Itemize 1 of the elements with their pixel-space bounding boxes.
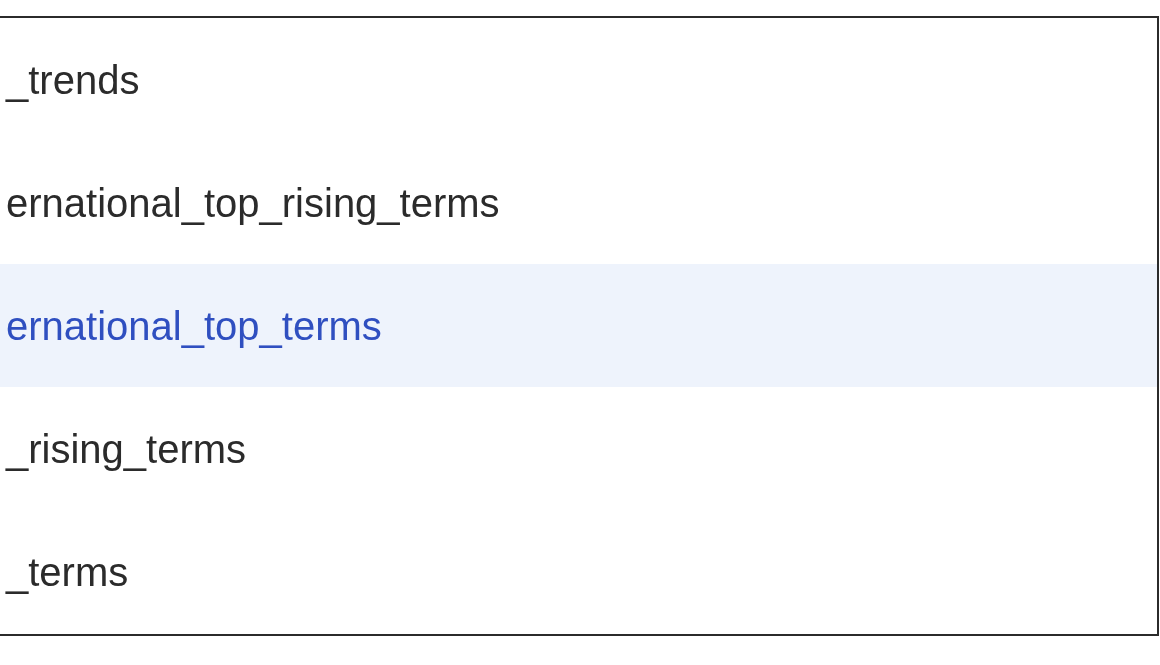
list-item[interactable]: ernational_top_terms [0,264,1157,387]
